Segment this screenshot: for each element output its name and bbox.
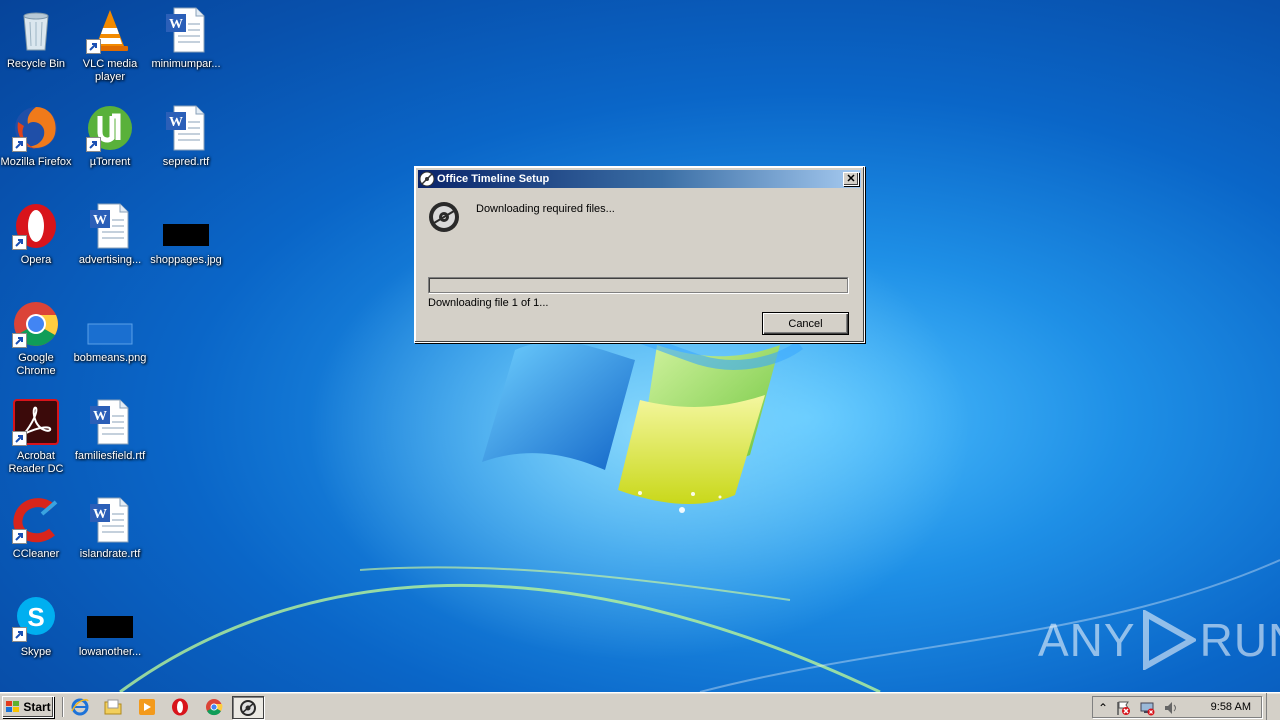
start-button[interactable]: Start [2,696,54,718]
office-timeline-setup-taskbar-button[interactable] [232,696,264,719]
desktop-icon-shoppages[interactable]: shoppages.jpg [148,196,224,286]
watermark-left-text: ANY [1038,614,1136,666]
shortcut-arrow-icon [86,39,101,54]
media-player-icon[interactable] [138,698,156,716]
chrome-icon [12,300,60,348]
word-document-icon: W [86,496,134,544]
svg-text:W: W [93,507,107,522]
folder-icon[interactable] [104,698,122,716]
download-status: Downloading file 1 of 1... [428,297,549,309]
svg-text:W: W [93,213,107,228]
desktop-icon-familiesfield[interactable]: W familiesfield.rtf [72,392,148,482]
ccleaner-icon [12,496,60,544]
shortcut-arrow-icon [12,431,27,446]
desktop-icon-recycle-bin[interactable]: Recycle Bin [0,0,74,90]
desktop-icon-advertising[interactable]: W advertising... [72,196,148,286]
desktop-icon-vlc[interactable]: VLC media player [72,0,148,90]
opera-icon [12,202,60,250]
chrome-taskbar-icon[interactable] [205,698,223,716]
svg-text:W: W [93,409,107,424]
setup-disc-icon [419,171,435,187]
vlc-icon [86,6,134,54]
desktop-icon-islandrate[interactable]: W islandrate.rtf [72,490,148,580]
close-icon: ✕ [846,173,856,185]
dialog-titlebar[interactable]: Office Timeline Setup ✕ [418,170,861,188]
image-thumbnail-icon [86,300,134,348]
word-document-icon: W [86,202,134,250]
svg-text:W: W [169,115,183,130]
desktop-icon-utorrent[interactable]: µTorrent [72,98,148,188]
desktop-icon-opera[interactable]: Opera [0,196,74,286]
desktop-icon-skype[interactable]: S Skype [0,588,74,678]
shortcut-arrow-icon [12,137,27,152]
word-document-icon: W [162,104,210,152]
word-document-icon: W [86,398,134,446]
dialog-title: Office Timeline Setup [437,173,550,185]
shortcut-arrow-icon [12,235,27,250]
start-label: Start [23,700,51,714]
word-document-icon: W [162,6,210,54]
internet-explorer-icon[interactable] [71,698,89,716]
recycle-bin-icon [12,6,60,54]
desktop-icon-ccleaner[interactable]: CCleaner [0,490,74,580]
acrobat-icon [12,398,60,446]
office-timeline-setup-dialog: Office Timeline Setup ✕ Downloading requ… [414,166,865,343]
firefox-icon [12,104,60,152]
close-button[interactable]: ✕ [843,172,859,186]
watermark-right-text: RUN [1199,614,1280,666]
utorrent-icon [86,104,134,152]
cd-disc-icon [429,202,459,232]
taskbar-separator [62,697,64,717]
image-thumbnail-icon [86,594,134,642]
shortcut-arrow-icon [86,137,101,152]
taskbar: Start ⌃ 9:58 AM [0,692,1280,720]
desktop-icon-bobmeans[interactable]: bobmeans.png [72,294,148,384]
anyrun-watermark: ANY RUN [1038,608,1280,672]
desktop-icon-lowanother[interactable]: lowanother... [72,588,148,678]
dialog-message: Downloading required files... [476,203,615,215]
show-desktop-button[interactable] [1266,693,1280,720]
cancel-button[interactable]: Cancel [762,312,849,335]
shortcut-arrow-icon [12,529,27,544]
action-center-flag-icon[interactable] [1115,700,1131,716]
shortcut-arrow-icon [12,333,27,348]
office-timeline-setup-icon [240,700,256,716]
system-tray: ⌃ 9:58 AM [1092,696,1262,718]
svg-text:S: S [27,602,44,632]
skype-icon: S [12,594,60,642]
desktop-icon-firefox[interactable]: Mozilla Firefox [0,98,74,188]
windows-flag-icon [6,701,20,712]
play-logo-icon [1142,610,1196,670]
image-thumbnail-icon [162,202,210,250]
show-hidden-icons-chevron-icon[interactable]: ⌃ [1095,700,1111,716]
network-icon[interactable] [1139,700,1155,716]
desktop-icon-minimumpar[interactable]: W minimumpar... [148,0,224,90]
desktop-icon-chrome[interactable]: Google Chrome [0,294,74,384]
opera-taskbar-icon[interactable] [171,698,189,716]
download-progress-bar [428,277,848,293]
svg-text:W: W [169,17,183,32]
volume-icon[interactable] [1163,700,1179,716]
clock[interactable]: 9:58 AM [1211,701,1251,713]
shortcut-arrow-icon [12,627,27,642]
desktop-icon-acrobat[interactable]: Acrobat Reader DC [0,392,74,482]
desktop-icon-sepred[interactable]: W sepred.rtf [148,98,224,188]
